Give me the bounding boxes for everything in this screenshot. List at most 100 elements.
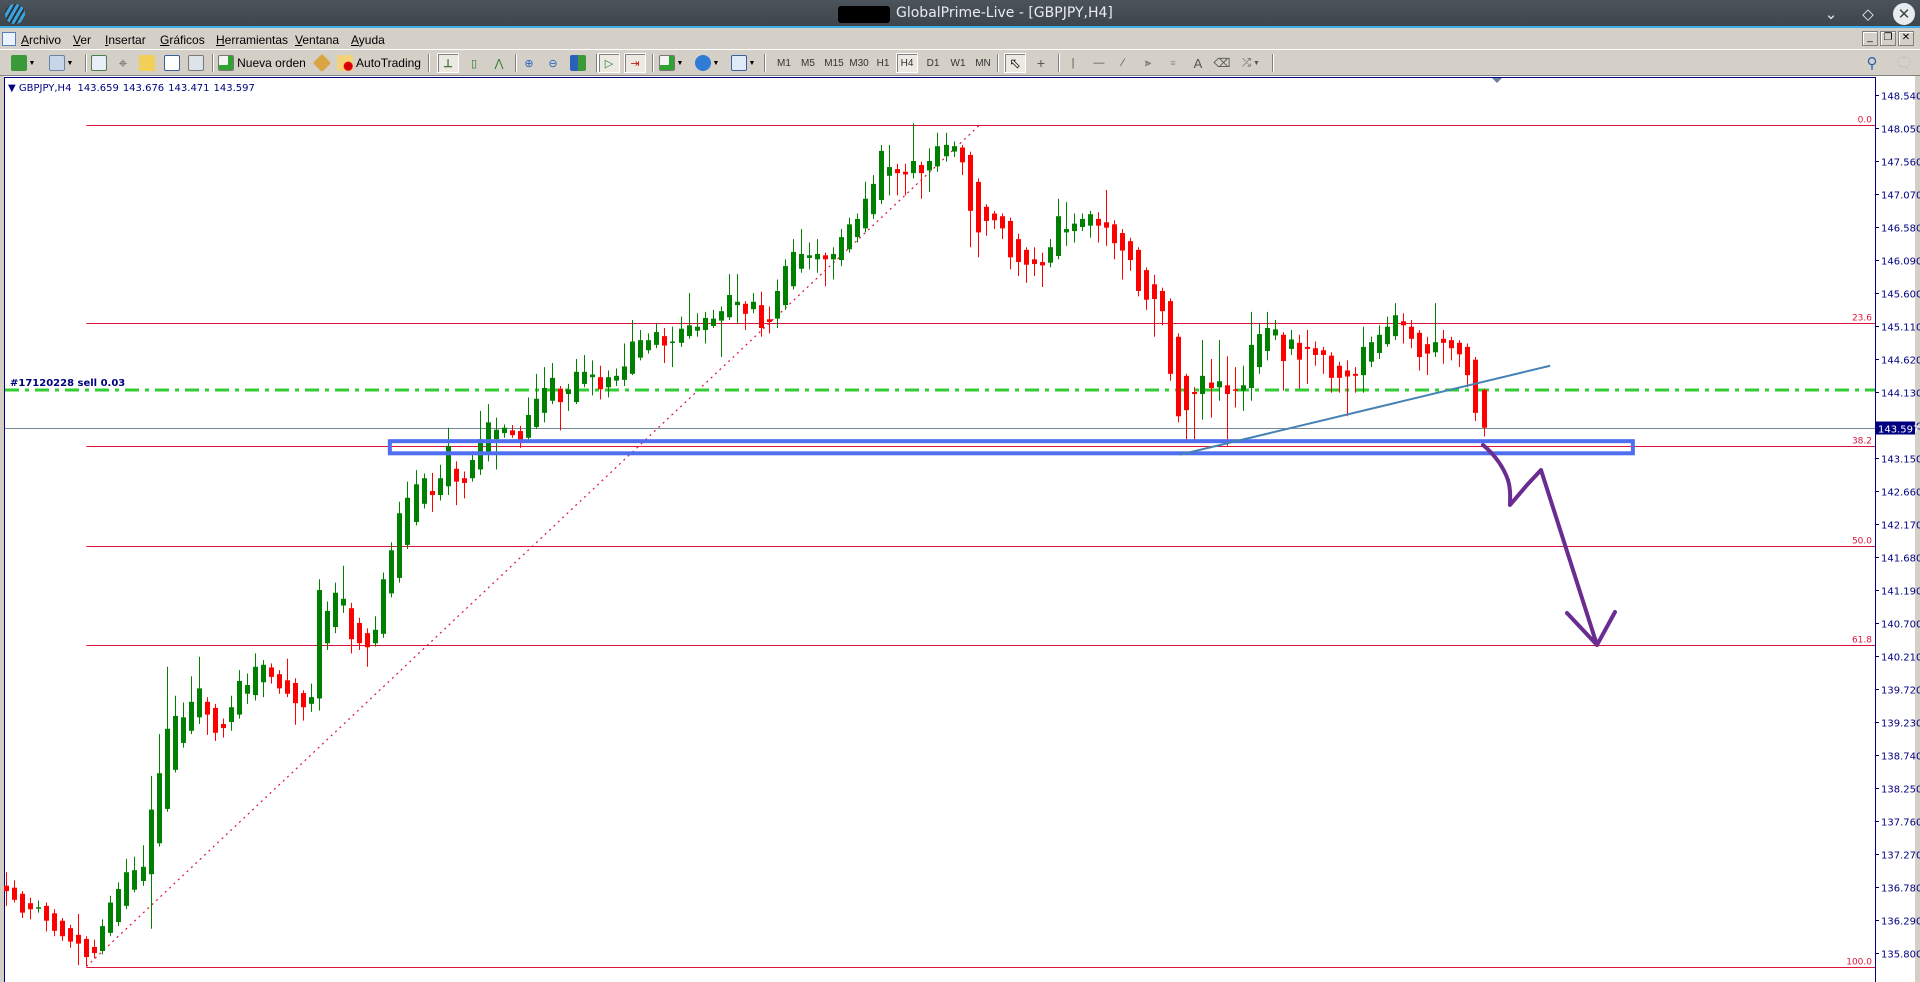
toolbar-separator xyxy=(652,54,654,72)
bullish-candle xyxy=(566,389,571,395)
timeframe-m5[interactable]: M5 xyxy=(798,53,818,73)
bearish-candle xyxy=(976,181,981,233)
bullish-candle xyxy=(847,224,852,250)
horizontal-line-button[interactable]: — xyxy=(1088,53,1110,73)
maximize-window-icon[interactable]: ◇ xyxy=(1857,3,1879,25)
market-watch-icon xyxy=(91,55,107,71)
chart-high: 143.676 xyxy=(123,83,164,94)
arrows-button[interactable]: ⤮ ▼ xyxy=(1236,53,1266,73)
bullish-candle xyxy=(863,198,868,229)
chart-shift-marker-icon[interactable] xyxy=(1492,78,1502,83)
bullish-candle xyxy=(317,590,322,699)
menu-ventana[interactable]: Ventana xyxy=(295,33,339,47)
templates-button[interactable]: ▼ xyxy=(728,53,758,73)
market-watch-button[interactable] xyxy=(88,53,110,73)
bearish-candle xyxy=(454,468,459,482)
chat-button[interactable]: 🗨 xyxy=(1892,53,1916,73)
menu-ver[interactable]: Ver xyxy=(73,33,91,47)
bullish-candle xyxy=(1217,381,1222,388)
chart-symbol: GBPJPY,H4 xyxy=(19,83,72,94)
fibonacci-button[interactable]: ≡ xyxy=(1162,53,1184,73)
profiles-button[interactable]: ▼ xyxy=(46,53,76,73)
hand-drawn-down-arrow[interactable] xyxy=(1481,443,1617,647)
timeframe-m1[interactable]: M1 xyxy=(774,53,794,73)
line-chart-button[interactable]: ⋀ xyxy=(488,53,510,73)
bar-chart-button[interactable]: ⊥ xyxy=(437,53,459,73)
bullish-candle xyxy=(438,478,443,496)
text-label-button[interactable]: ⌫ xyxy=(1211,53,1233,73)
chart-window[interactable]: 0.0 23.6 38.2 50.0 61.8 100.0 148.540 148.050 1… xyxy=(0,76,1920,982)
bullish-candle xyxy=(197,688,202,718)
bullish-candle xyxy=(1257,334,1262,368)
toolbar-separator xyxy=(85,54,87,72)
menu-graficos[interactable]: Gráficos xyxy=(160,33,205,47)
bullish-candle xyxy=(1064,229,1069,233)
support-zone-rectangle[interactable] xyxy=(387,439,1635,456)
strategy-tester-button[interactable] xyxy=(185,53,207,73)
bullish-candle xyxy=(1088,214,1093,226)
bearish-candle xyxy=(1032,259,1037,265)
toolbar-separator xyxy=(1272,54,1274,72)
navigator-button[interactable] xyxy=(136,53,158,73)
timeframe-h4[interactable]: H4 xyxy=(896,53,918,73)
indicators-button[interactable]: ▼ xyxy=(656,53,686,73)
trendline-button[interactable]: ∕ xyxy=(1112,53,1134,73)
crosshair-button[interactable]: + xyxy=(1030,53,1052,73)
timeframe-m15[interactable]: M15 xyxy=(822,53,846,73)
terminal-button[interactable] xyxy=(161,53,183,73)
chart-shift-button[interactable]: ⇥ xyxy=(624,53,646,73)
chart-window-icon[interactable] xyxy=(2,32,16,46)
bullish-candle xyxy=(695,326,700,331)
close-window-icon[interactable]: ✕ xyxy=(1893,3,1915,25)
autotrading-button[interactable]: AutoTrading xyxy=(336,53,422,73)
tile-windows-button[interactable] xyxy=(567,53,589,73)
bearish-candle xyxy=(662,336,667,346)
price-tick-label: 139.720 xyxy=(1881,686,1920,697)
candlestick-chart-button[interactable]: ▯ xyxy=(463,53,485,73)
minimize-window-icon[interactable]: ⌄ xyxy=(1820,3,1842,25)
new-order-button[interactable]: Nueva orden xyxy=(218,53,306,73)
search-button[interactable]: ⚲ xyxy=(1861,53,1883,73)
menu-herramientas[interactable]: Herramientas xyxy=(216,33,288,47)
timeframe-m30[interactable]: M30 xyxy=(847,53,871,73)
menu-ayuda[interactable]: Ayuda xyxy=(351,33,385,47)
menu-archivo[interactable]: Archivo xyxy=(21,33,61,47)
profiles-icon xyxy=(48,55,65,71)
bearish-candle xyxy=(1024,249,1029,265)
timeframe-w1[interactable]: W1 xyxy=(948,53,968,73)
timeframe-h1[interactable]: H1 xyxy=(873,53,893,73)
toolbar-separator xyxy=(1058,54,1060,72)
bearish-candle xyxy=(68,928,73,942)
timeframe-mn[interactable]: MN xyxy=(973,53,993,73)
order-line-label[interactable]: #17120228 sell 0.03 xyxy=(10,378,125,389)
zoom-out-button[interactable]: ⊖ xyxy=(542,53,564,73)
bullish-candle xyxy=(486,422,491,454)
bearish-candle xyxy=(357,623,362,644)
candlestick-icon: ▯ xyxy=(470,57,478,70)
price-chart[interactable]: 0.0 23.6 38.2 50.0 61.8 100.0 148.540 148.050 1… xyxy=(0,76,1920,982)
zoom-in-button[interactable]: ⊕ xyxy=(518,53,540,73)
bearish-candle xyxy=(1016,239,1021,263)
mdi-minimize-button[interactable]: _ xyxy=(1862,31,1878,46)
price-tick-label: 146.580 xyxy=(1881,224,1920,235)
menu-insertar[interactable]: Insertar xyxy=(105,33,146,47)
periods-button[interactable]: ▼ xyxy=(692,53,722,73)
autoscroll-button[interactable]: ▷ xyxy=(598,53,620,73)
fib-anchor-trendline[interactable] xyxy=(85,124,981,967)
price-tick-label: 148.540 xyxy=(1881,92,1920,103)
fibonacci-icon: ≡ xyxy=(1170,58,1176,68)
fib-level-label: 61.8 xyxy=(1852,636,1872,646)
new-chart-button[interactable]: ▼ xyxy=(8,53,38,73)
line-chart-icon: ⋀ xyxy=(494,57,504,70)
cursor-button[interactable]: ⬁ xyxy=(1004,53,1026,73)
equidistant-channel-button[interactable]: ⫸ xyxy=(1137,53,1159,73)
bullish-candle xyxy=(1200,375,1205,395)
data-window-button[interactable]: ⌖ xyxy=(112,53,134,73)
mdi-restore-button[interactable]: ❐ xyxy=(1880,31,1896,46)
metaeditor-button[interactable] xyxy=(310,53,334,73)
text-button[interactable]: A xyxy=(1187,53,1209,73)
magnifier-tester-icon xyxy=(188,55,204,71)
mdi-close-button[interactable]: ✕ xyxy=(1898,31,1914,46)
vertical-line-button[interactable]: | xyxy=(1062,53,1084,73)
timeframe-d1[interactable]: D1 xyxy=(923,53,943,73)
